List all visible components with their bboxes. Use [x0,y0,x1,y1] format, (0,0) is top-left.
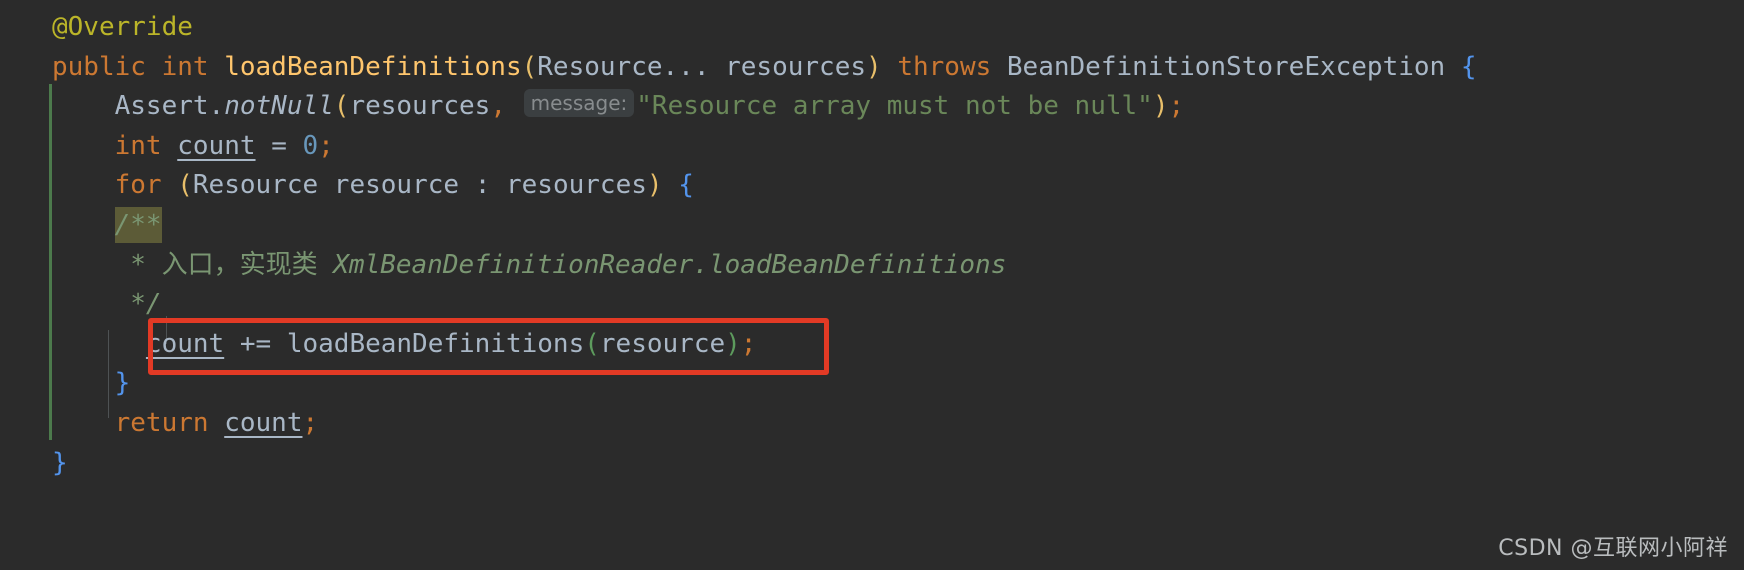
variable-count: count [145,328,225,359]
assign-operator: = [271,130,287,161]
code-line-4[interactable]: int count = 0; [0,127,1744,167]
csdn-watermark: CSDN @互联网小阿祥 [1498,536,1728,561]
comment-star: * [130,249,146,280]
comment-block-close: */ [130,289,162,320]
paren-open: ( [521,51,538,82]
variable-count: count [177,130,256,161]
semicolon: ; [318,130,334,161]
code-line-1[interactable]: @Override [0,8,1744,48]
comment-block-open: /** [114,206,162,243]
comment-text-cn: 入口，实现类 [161,249,318,280]
semicolon: ; [1168,91,1185,122]
code-line-8[interactable]: */ [0,285,1744,325]
type-resource: Resource [192,170,319,201]
keyword-public: public [52,51,146,82]
code-line-11[interactable]: return count; [0,404,1744,444]
brace-close: } [52,447,68,478]
keyword-int: int [114,130,162,161]
paren-close: ) [725,328,741,359]
param-resources: resources [725,51,867,82]
plus-equals-operator: += [239,328,272,359]
method-notnull: notNull [224,91,334,122]
code-line-2[interactable]: public int loadBeanDefinitions(Resource.… [0,48,1744,88]
brace-open: { [1460,51,1477,82]
keyword-throws: throws [897,51,992,82]
code-line-7[interactable]: * 入口，实现类 XmlBeanDefinitionReader.loadBea… [0,246,1744,286]
comment-reference: XmlBeanDefinitionReader.loadBeanDefiniti… [333,249,1007,280]
number-literal: 0 [302,130,319,161]
code-line-9[interactable]: count += loadBeanDefinitions(resource); [0,325,1744,365]
paren-close: ) [866,51,882,82]
variable-count: count [224,407,303,438]
semicolon: ; [740,328,757,359]
paren-open: ( [333,91,350,122]
paren-open: ( [584,328,600,359]
dot-operator: . [208,91,225,122]
paren-open: ( [177,170,193,201]
code-line-6[interactable]: /** [0,206,1744,246]
brace-close: } [114,368,131,399]
string-literal: "Resource array must not be null" [636,91,1153,122]
type-beandefinitionstoreexception: BeanDefinitionStoreException [1006,51,1446,82]
variable-resource: resource [333,170,460,201]
method-call-loadbeandefinitions: loadBeanDefinitions [286,328,585,359]
code-editor[interactable]: @Override public int loadBeanDefinitions… [0,0,1744,570]
code-line-3[interactable]: Assert.notNull(resources, message: "Resou… [0,87,1744,127]
code-line-12[interactable]: } [0,444,1744,484]
code-content: @Override public int loadBeanDefinitions… [0,0,1744,483]
keyword-return: return [114,407,209,438]
semicolon: ; [302,407,319,438]
method-name-loadbeandefinitions: loadBeanDefinitions [224,51,522,82]
arg-resources: resources [349,91,491,122]
code-line-10[interactable]: } [0,364,1744,404]
keyword-int: int [161,51,209,82]
paren-close: ) [646,170,663,201]
variable-resources: resources [506,170,647,201]
comma: , [490,91,506,122]
colon: : [474,170,491,201]
code-line-5[interactable]: for (Resource resource : resources) { [0,166,1744,206]
keyword-for: for [114,170,162,201]
arg-resource: resource [599,328,726,359]
type-resource-varargs: Resource... [537,51,710,82]
parameter-name-hint[interactable]: message: [523,89,635,118]
class-assert: Assert [114,91,209,122]
annotation-override: @Override [52,12,193,42]
paren-close: ) [1152,91,1169,122]
brace-open: { [678,170,694,201]
